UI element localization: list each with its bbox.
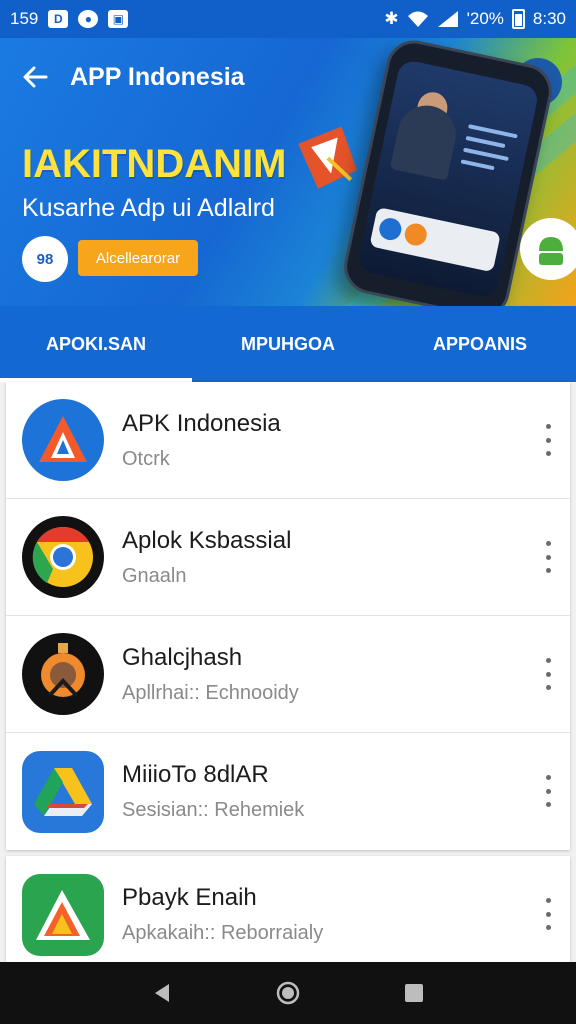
tab-label: MPUHGOA: [241, 333, 335, 354]
list-item[interactable]: Aplok Ksbassial Gnaaln: [6, 499, 570, 616]
apk-icon: [22, 399, 104, 481]
orange-badge-icon: [22, 633, 104, 715]
app-subtitle: Apkakaih:: Reborraialy: [122, 922, 324, 944]
app-title: Aplok Ksbassial: [122, 526, 292, 554]
page-title: APP Indonesia: [70, 62, 245, 91]
app-title: APK Indonesia: [122, 409, 281, 437]
app-list-card: Pbayk Enaih Apkakaih:: Reborraialy: [6, 856, 570, 973]
app-subtitle: Sesisian:: Rehemiek: [122, 799, 305, 821]
tab-label: APPOANIS: [432, 333, 528, 354]
tab-mpuhgoa[interactable]: MPUHGOA: [192, 306, 384, 382]
hero-headline: IAKITNDANIM: [22, 142, 287, 186]
list-item[interactable]: APK Indonesia Otcrk: [6, 382, 570, 499]
more-options-icon[interactable]: [540, 541, 556, 573]
app-title: MiiioTo 8dlAR: [122, 761, 269, 788]
android-icon: [520, 218, 576, 280]
wifi-icon: [407, 11, 428, 27]
status-time-right: 8:30: [532, 9, 566, 28]
more-options-icon[interactable]: [540, 658, 556, 690]
hero-cta-button[interactable]: Alcellearorar: [78, 240, 198, 276]
more-options-icon[interactable]: [540, 898, 556, 930]
tab-bar: APOKI.SAN MPUHGOA APPOANIS: [0, 306, 576, 382]
more-options-icon[interactable]: [540, 424, 556, 456]
bluetooth-icon: ✱: [384, 9, 399, 28]
app-subtitle: Apllrhai:: Echnooidy: [122, 681, 299, 704]
green-triangle-icon: [22, 873, 104, 956]
hero-banner[interactable]: APP Indonesia IAKITNDANIM Kusarhe Adp ui…: [0, 38, 576, 306]
back-arrow-icon[interactable]: [0, 38, 70, 116]
nav-back-icon[interactable]: [151, 982, 173, 1004]
system-nav-bar: [0, 962, 576, 1024]
status-time-left: 159: [10, 9, 39, 28]
drive-icon: [22, 750, 104, 833]
battery-percent: '20%: [466, 9, 504, 28]
more-options-icon[interactable]: [540, 775, 556, 807]
tab-apokisan[interactable]: APOKI.SAN: [0, 306, 192, 382]
status-bar: 159 D ● ▣ ✱ '20% 8:30: [0, 0, 576, 38]
app-subtitle: Otcrk: [122, 447, 170, 470]
app-title: Pbayk Enaih: [122, 884, 257, 911]
app-title: Ghalcjhash: [122, 643, 243, 671]
list-item[interactable]: Pbayk Enaih Apkakaih:: Reborraialy: [6, 856, 570, 973]
app-subtitle: Gnaaln: [122, 564, 187, 587]
hero-logo: 98: [22, 236, 68, 282]
app-list-card: APK Indonesia Otcrk Aplok Ksbassial Gnaa…: [6, 382, 570, 850]
notification-d-icon: D: [48, 10, 69, 28]
notification-photo-icon: ▣: [108, 10, 129, 28]
list-item[interactable]: MiiioTo 8dlAR Sesisian:: Rehemiek: [6, 733, 570, 850]
tab-appoanis[interactable]: APPOANIS: [384, 306, 576, 382]
hero-subtitle: Kusarhe Adp ui Adlalrd: [22, 194, 275, 222]
app-list: APK Indonesia Otcrk Aplok Ksbassial Gnaa…: [6, 382, 570, 973]
nav-recents-icon[interactable]: [403, 982, 425, 1004]
chrome-icon: [22, 516, 104, 598]
signal-icon: [437, 11, 458, 27]
tab-label: APOKI.SAN: [45, 333, 146, 354]
battery-icon: [511, 9, 525, 29]
list-item[interactable]: Ghalcjhash Apllrhai:: Echnooidy: [6, 616, 570, 733]
kite-icon: [298, 126, 357, 189]
notification-circle-icon: ●: [78, 10, 99, 28]
nav-home-icon[interactable]: [275, 980, 301, 1006]
